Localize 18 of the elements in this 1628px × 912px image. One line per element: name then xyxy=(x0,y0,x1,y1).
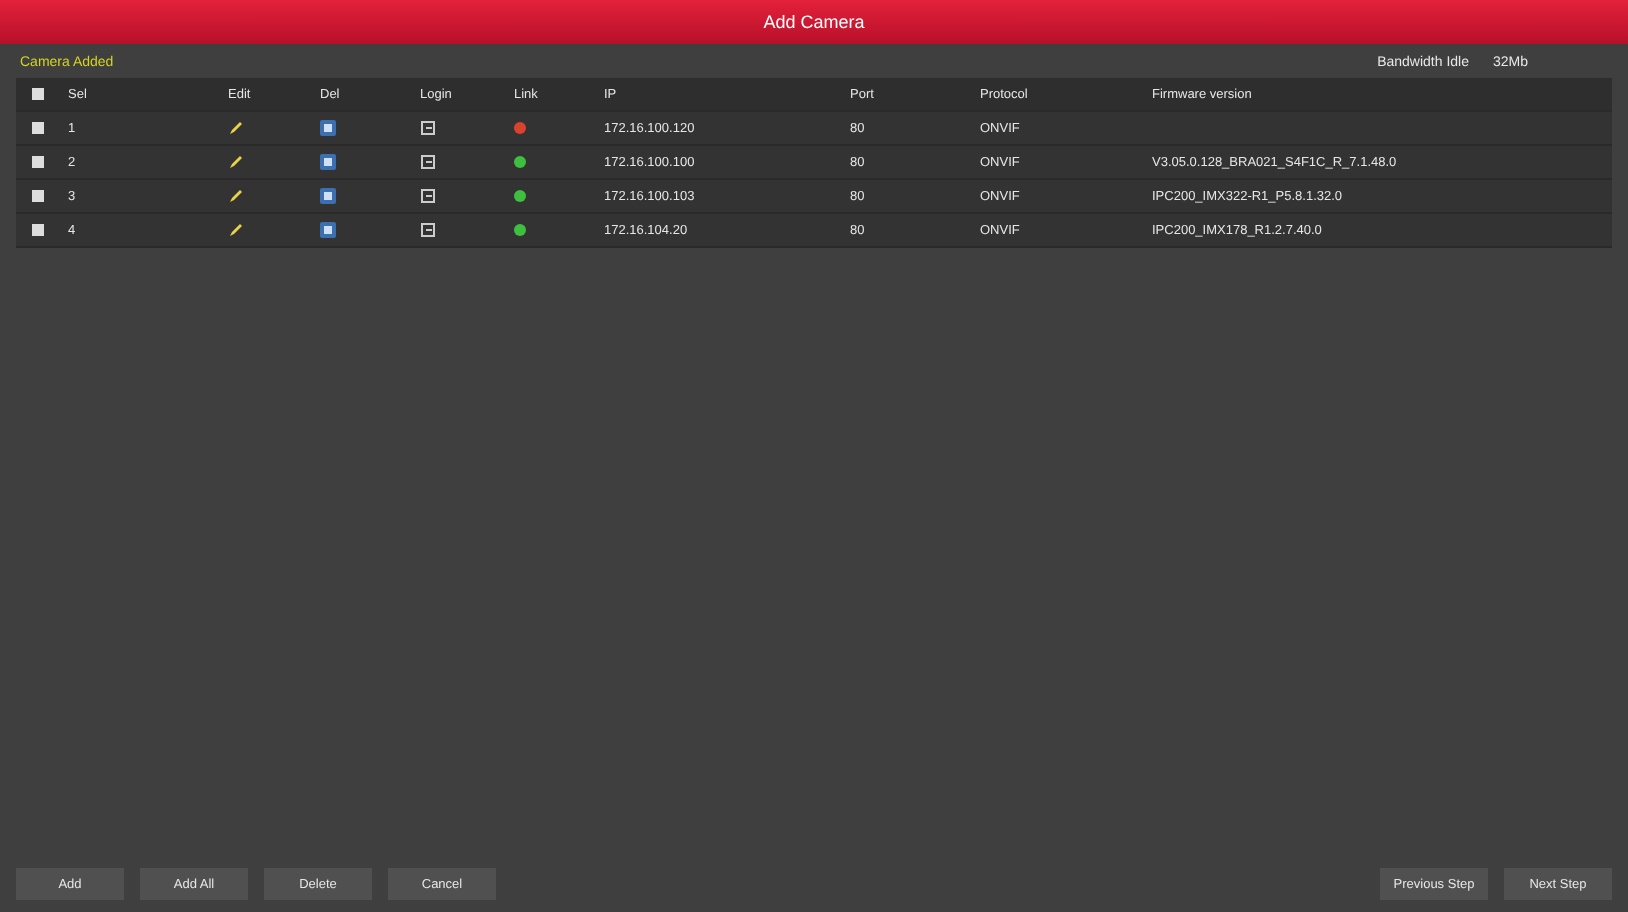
pencil-icon[interactable] xyxy=(228,120,244,136)
pencil-icon[interactable] xyxy=(228,222,244,238)
delete-icon[interactable] xyxy=(320,120,336,136)
pencil-icon[interactable] xyxy=(228,154,244,170)
select-all-checkbox[interactable] xyxy=(32,88,44,100)
login-icon[interactable] xyxy=(420,154,436,170)
login-icon[interactable] xyxy=(420,222,436,238)
window-title: Add Camera xyxy=(0,0,1628,44)
row-checkbox[interactable] xyxy=(32,224,44,236)
delete-icon[interactable] xyxy=(320,154,336,170)
login-icon[interactable] xyxy=(420,120,436,136)
row-checkbox[interactable] xyxy=(32,190,44,202)
delete-icon[interactable] xyxy=(320,188,336,204)
row-checkbox[interactable] xyxy=(32,122,44,134)
pencil-icon[interactable] xyxy=(228,188,244,204)
login-icon[interactable] xyxy=(420,188,436,204)
row-checkbox[interactable] xyxy=(32,156,44,168)
delete-icon[interactable] xyxy=(320,222,336,238)
